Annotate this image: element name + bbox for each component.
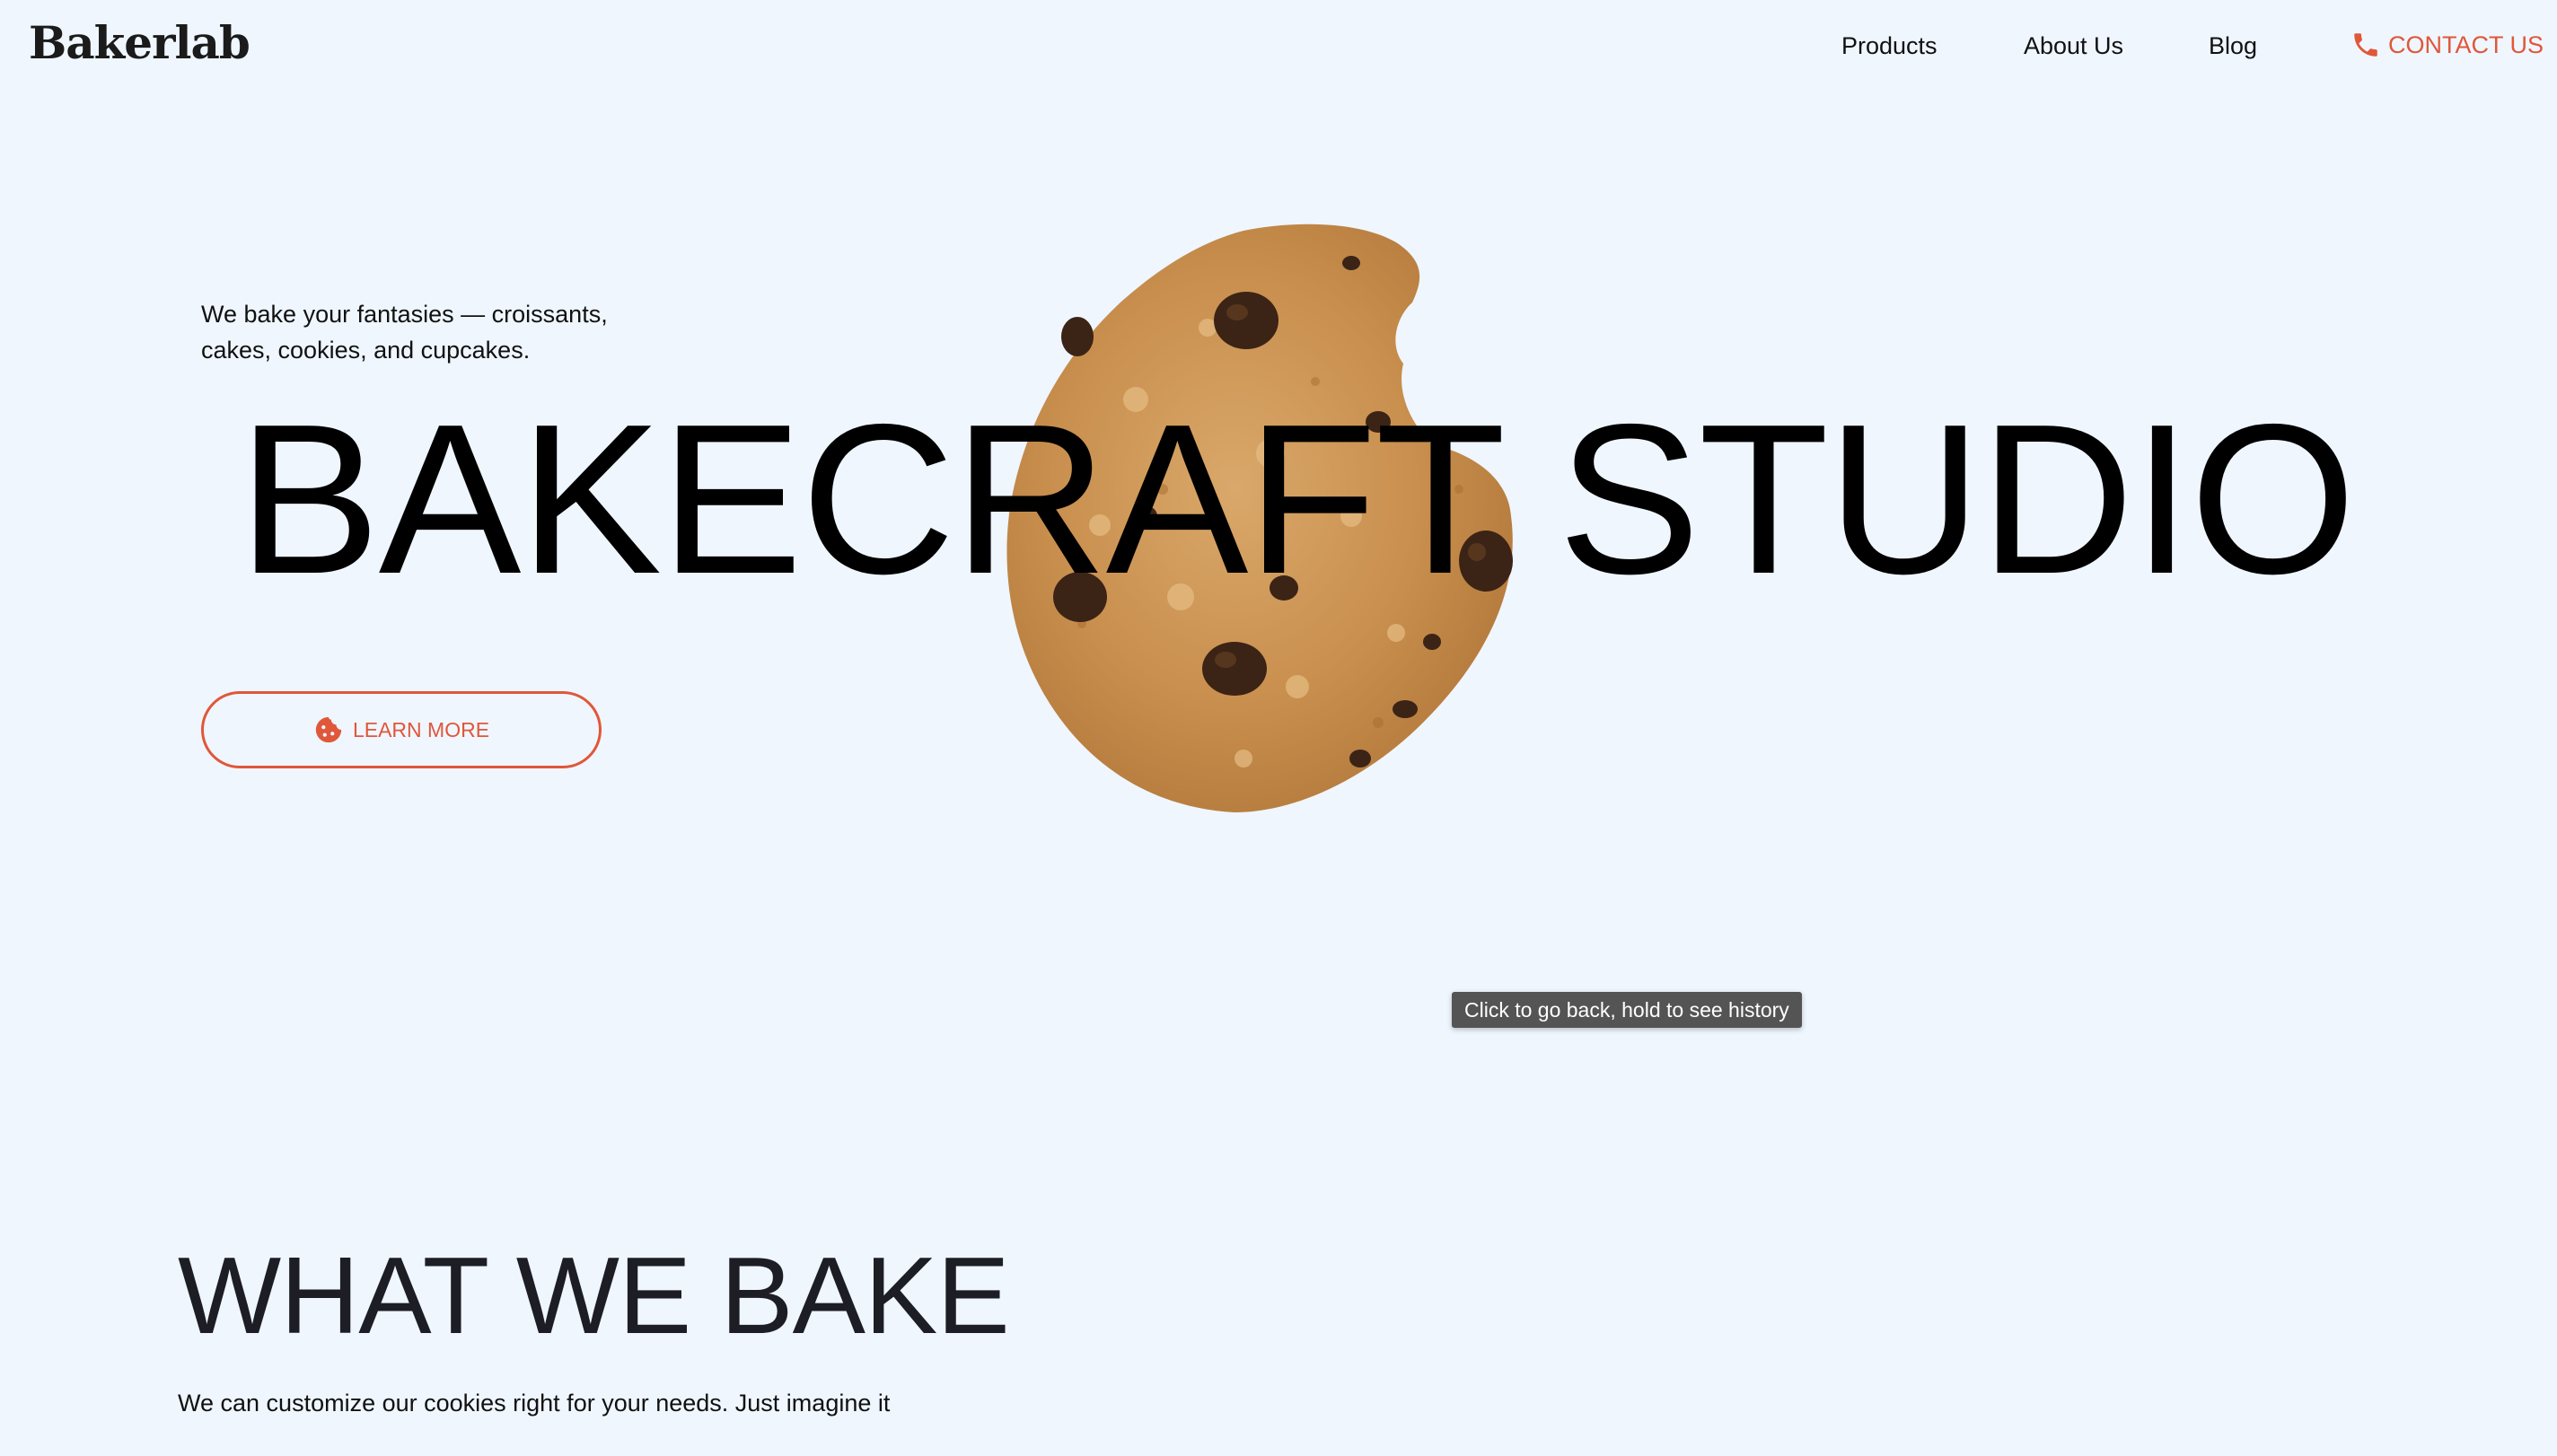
- nav-products-link[interactable]: Products: [1841, 32, 1938, 60]
- back-button-tooltip: Click to go back, hold to see history: [1452, 992, 1802, 1028]
- nav-blog-link[interactable]: Blog: [2209, 32, 2257, 60]
- cookie-icon: [313, 715, 344, 745]
- phone-icon: [2351, 30, 2381, 60]
- nav-about-link[interactable]: About Us: [2024, 32, 2123, 60]
- contact-us-label: CONTACT US: [2388, 31, 2544, 58]
- hero-tagline: We bake your fantasies — croissants, cak…: [201, 301, 608, 364]
- section-title: WHAT WE BAKE: [178, 1234, 1010, 1356]
- section-subtitle: We can customize our cookies right for y…: [178, 1390, 891, 1417]
- site-header: Bakerlab Products About Us Blog CONTACT …: [0, 0, 2557, 99]
- contact-us-link[interactable]: CONTACT US: [2351, 30, 2544, 60]
- hero-title: BAKECRAFT STUDIO: [238, 381, 2356, 618]
- site-logo[interactable]: Bakerlab: [29, 16, 250, 69]
- learn-more-label: LEARN MORE: [352, 717, 490, 741]
- learn-more-button[interactable]: LEARN MORE: [201, 691, 602, 768]
